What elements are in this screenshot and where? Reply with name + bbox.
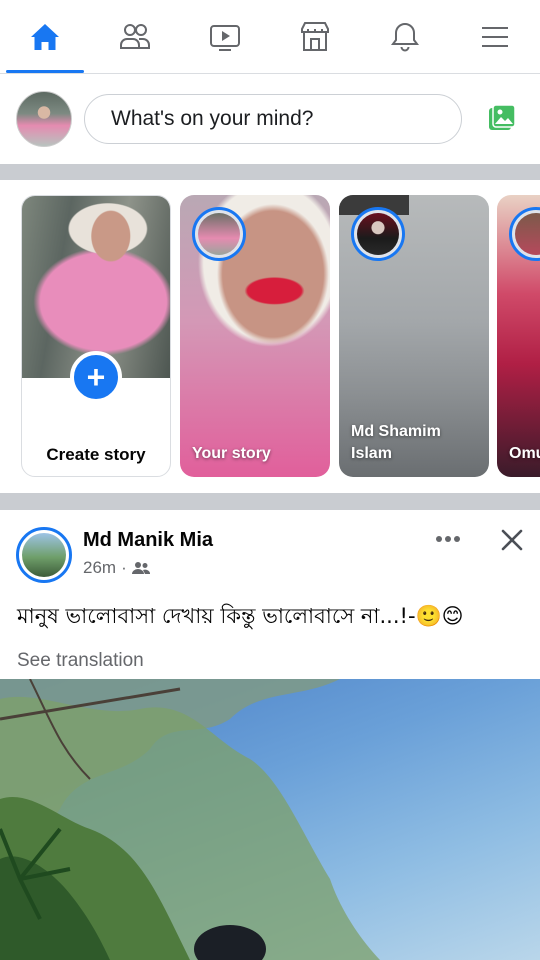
top-navigation-bar: [0, 0, 540, 74]
story-avatar: [351, 207, 405, 261]
see-translation-link[interactable]: See translation: [17, 650, 144, 672]
tab-marketplace[interactable]: [270, 0, 360, 73]
friends-audience-icon: [131, 562, 150, 574]
more-horizontal-icon: [436, 536, 460, 542]
post-text: মানুষ ভালোবাসা দেখায় কিন্তু ভালোবাসে না…: [17, 604, 464, 628]
tab-friends[interactable]: [90, 0, 180, 73]
story-label: Your story: [192, 445, 271, 462]
friends-icon: [120, 23, 150, 49]
photo-upload-button[interactable]: [480, 97, 524, 141]
post-header: Md Manik Mia 26m ·: [0, 512, 540, 592]
story-label: Create story: [46, 445, 146, 464]
more-options-button[interactable]: [430, 526, 466, 552]
story-avatar: [509, 207, 540, 261]
story-label: Omu: [509, 445, 540, 462]
post-photo[interactable]: [0, 679, 540, 960]
tab-menu[interactable]: [450, 0, 540, 73]
post-time[interactable]: 26m: [83, 558, 116, 578]
your-story-card[interactable]: Your story: [180, 195, 330, 477]
friend-story-card[interactable]: Omu: [497, 195, 540, 477]
story-label: Md Shamim Islam: [351, 423, 441, 462]
close-icon: [501, 529, 523, 551]
post-composer: What's on your mind?: [0, 74, 540, 164]
stories-tray: + Create story Your story Md Shamim Isla…: [0, 180, 540, 490]
photo-icon: [489, 104, 516, 130]
tab-home[interactable]: [0, 0, 90, 73]
marketplace-icon: [301, 21, 329, 51]
post-photo-scene: [0, 679, 380, 960]
whats-on-your-mind-input[interactable]: What's on your mind?: [84, 94, 462, 144]
post-author-name[interactable]: Md Manik Mia: [83, 529, 213, 552]
friend-story-card[interactable]: Md Shamim Islam: [339, 195, 489, 477]
tab-notifications[interactable]: [360, 0, 450, 73]
avatar[interactable]: [16, 91, 72, 147]
hamburger-menu-icon: [482, 26, 508, 47]
section-divider: [0, 493, 540, 510]
section-divider: [0, 164, 540, 180]
home-icon: [31, 23, 59, 50]
separator-dot: ·: [121, 558, 127, 577]
hide-post-button[interactable]: [494, 522, 530, 558]
add-story-icon[interactable]: +: [70, 351, 122, 403]
avatar[interactable]: [16, 527, 72, 583]
story-avatar: [192, 207, 246, 261]
bell-icon: [391, 22, 419, 51]
tab-watch[interactable]: [180, 0, 270, 73]
post-meta: 26m ·: [83, 558, 150, 578]
video-icon: [210, 24, 240, 51]
create-story-card[interactable]: + Create story: [21, 195, 171, 477]
